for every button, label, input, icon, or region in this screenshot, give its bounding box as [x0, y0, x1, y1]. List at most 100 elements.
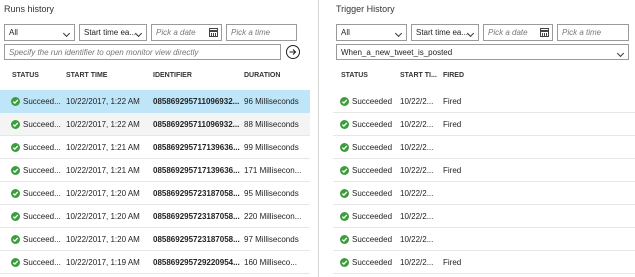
run-identifier-input[interactable]: Specify the run identifier to open monit…	[4, 44, 281, 60]
trigger-time-input[interactable]: Pick a time	[557, 24, 629, 41]
runs-sort-filter[interactable]: Start time ea...	[79, 24, 147, 41]
run-duration: 99 Milliseconds	[244, 143, 299, 152]
run-identifier-placeholder: Specify the run identifier to open monit…	[9, 48, 199, 57]
trigger-fired: Fired	[443, 97, 462, 106]
chevron-down-icon	[134, 26, 144, 38]
run-status: Succeed...	[23, 258, 61, 267]
trigger-fired: Fired	[443, 166, 462, 175]
runs-history-panel: Runs history All Start time ea... Pick a…	[0, 0, 310, 277]
runs-sort-filter-value: Start time ea...	[84, 28, 137, 37]
table-row[interactable]: Succeed... 10/22/2017, 1:20 AM 08586929572…	[0, 228, 310, 251]
checkmark-circle-icon	[11, 235, 20, 244]
table-row[interactable]: Succeeded 10/22/2... Fired	[333, 90, 635, 113]
runs-date-picker[interactable]: Pick a date	[151, 24, 222, 41]
open-run-button[interactable]	[286, 45, 300, 59]
run-start-time: 10/22/2017, 1:19 AM	[66, 258, 140, 267]
table-row[interactable]: Succeeded 10/22/2...	[333, 182, 635, 205]
trigger-name-select[interactable]: When_a_new_tweet_is_posted	[336, 44, 629, 60]
column-duration[interactable]: DURATION	[244, 72, 280, 79]
trigger-status: Succeeded	[352, 120, 393, 129]
trigger-status: Succeeded	[352, 235, 393, 244]
checkmark-circle-icon	[11, 120, 20, 129]
table-row[interactable]: Succeed... 10/22/2017, 1:22 AM 08586929571…	[0, 90, 310, 113]
checkmark-circle-icon	[340, 166, 349, 175]
checkmark-circle-icon	[340, 235, 349, 244]
checkmark-circle-icon	[340, 97, 349, 106]
column-status[interactable]: STATUS	[12, 72, 39, 79]
table-row[interactable]: Succeed... 10/22/2017, 1:21 AM 08586929571…	[0, 159, 310, 182]
run-status: Succeed...	[23, 143, 61, 152]
table-row[interactable]: Succeed... 10/22/2017, 1:20 AM 08586929572…	[0, 205, 310, 228]
chevron-down-icon	[62, 26, 72, 38]
checkmark-circle-icon	[340, 212, 349, 221]
table-row[interactable]: Succeeded 10/22/2... Fired	[333, 113, 635, 136]
run-identifier: 085869295711096932...	[153, 120, 240, 129]
column-start-time[interactable]: START TI...	[400, 72, 437, 79]
checkmark-circle-icon	[11, 258, 20, 267]
trigger-start-time: 10/22/2...	[400, 212, 434, 221]
checkmark-circle-icon	[11, 189, 20, 198]
table-row[interactable]: Succeeded 10/22/2...	[333, 205, 635, 228]
runs-status-filter[interactable]: All	[4, 24, 75, 41]
table-row[interactable]: Succeeded 10/22/2...	[333, 228, 635, 251]
run-duration: 160 Milliseco...	[244, 258, 297, 267]
chevron-down-icon	[466, 26, 476, 38]
column-identifier[interactable]: IDENTIFIER	[153, 72, 192, 79]
run-status: Succeed...	[23, 166, 61, 175]
trigger-status: Succeeded	[352, 212, 393, 221]
run-duration: 95 Milliseconds	[244, 189, 299, 198]
table-row[interactable]: Succeeded 10/22/2... Fired	[333, 251, 635, 274]
trigger-history-title: Trigger History	[336, 4, 395, 14]
run-identifier: 085869295723187058...	[153, 235, 240, 244]
trigger-start-time: 10/22/2...	[400, 143, 434, 152]
trigger-start-time: 10/22/2...	[400, 189, 434, 198]
trigger-status-filter-value: All	[341, 28, 350, 37]
checkmark-circle-icon	[340, 120, 349, 129]
run-start-time: 10/22/2017, 1:21 AM	[66, 143, 140, 152]
run-status: Succeed...	[23, 120, 61, 129]
calendar-icon[interactable]	[540, 28, 549, 37]
checkmark-circle-icon	[340, 143, 349, 152]
table-row[interactable]: Succeed... 10/22/2017, 1:19 AM 08586929572…	[0, 251, 310, 274]
column-status[interactable]: STATUS	[341, 72, 368, 79]
trigger-table-header: STATUS START TI... FIRED	[333, 72, 635, 84]
run-start-time: 10/22/2017, 1:21 AM	[66, 166, 140, 175]
trigger-start-time: 10/22/2...	[400, 258, 434, 267]
column-start-time[interactable]: START TIME	[66, 72, 107, 79]
table-row[interactable]: Succeed... 10/22/2017, 1:20 AM 08586929572…	[0, 182, 310, 205]
arrow-right-circle-icon	[289, 49, 297, 55]
chevron-down-icon	[616, 46, 626, 58]
checkmark-circle-icon	[11, 212, 20, 221]
chevron-down-icon	[394, 26, 404, 38]
calendar-icon[interactable]	[209, 28, 218, 37]
trigger-status-filter[interactable]: All	[336, 24, 407, 41]
trigger-sort-filter[interactable]: Start time ea...	[411, 24, 479, 41]
trigger-name-value: When_a_new_tweet_is_posted	[341, 48, 453, 57]
run-status: Succeed...	[23, 97, 61, 106]
runs-time-input[interactable]: Pick a time	[226, 24, 297, 41]
table-row[interactable]: Succeeded 10/22/2... Fired	[333, 159, 635, 182]
trigger-start-time: 10/22/2...	[400, 166, 434, 175]
run-identifier: 085869295723187058...	[153, 212, 240, 221]
table-row[interactable]: Succeed... 10/22/2017, 1:22 AM 08586929571…	[0, 113, 310, 136]
trigger-status: Succeeded	[352, 189, 393, 198]
trigger-date-picker[interactable]: Pick a date	[483, 24, 553, 41]
runs-status-filter-value: All	[9, 28, 18, 37]
checkmark-circle-icon	[340, 258, 349, 267]
trigger-start-time: 10/22/2...	[400, 235, 434, 244]
run-duration: 171 Millisecon...	[244, 166, 302, 175]
table-row[interactable]: Succeed... 10/22/2017, 1:21 AM 08586929571…	[0, 136, 310, 159]
trigger-status: Succeeded	[352, 258, 393, 267]
table-row[interactable]: Succeeded 10/22/2...	[333, 136, 635, 159]
trigger-sort-filter-value: Start time ea...	[416, 28, 469, 37]
run-start-time: 10/22/2017, 1:22 AM	[66, 97, 140, 106]
trigger-history-panel: Trigger History All Start time ea... Pic…	[333, 0, 635, 277]
trigger-fired: Fired	[443, 258, 462, 267]
run-identifier: 085869295717139636...	[153, 166, 240, 175]
run-duration: 220 Millisecon...	[244, 212, 302, 221]
column-fired[interactable]: FIRED	[443, 72, 464, 79]
run-identifier: 085869295717139636...	[153, 143, 240, 152]
runs-table-header: STATUS START TIME IDENTIFIER DURATION	[0, 72, 310, 84]
run-start-time: 10/22/2017, 1:20 AM	[66, 212, 140, 221]
trigger-start-time: 10/22/2...	[400, 120, 434, 129]
